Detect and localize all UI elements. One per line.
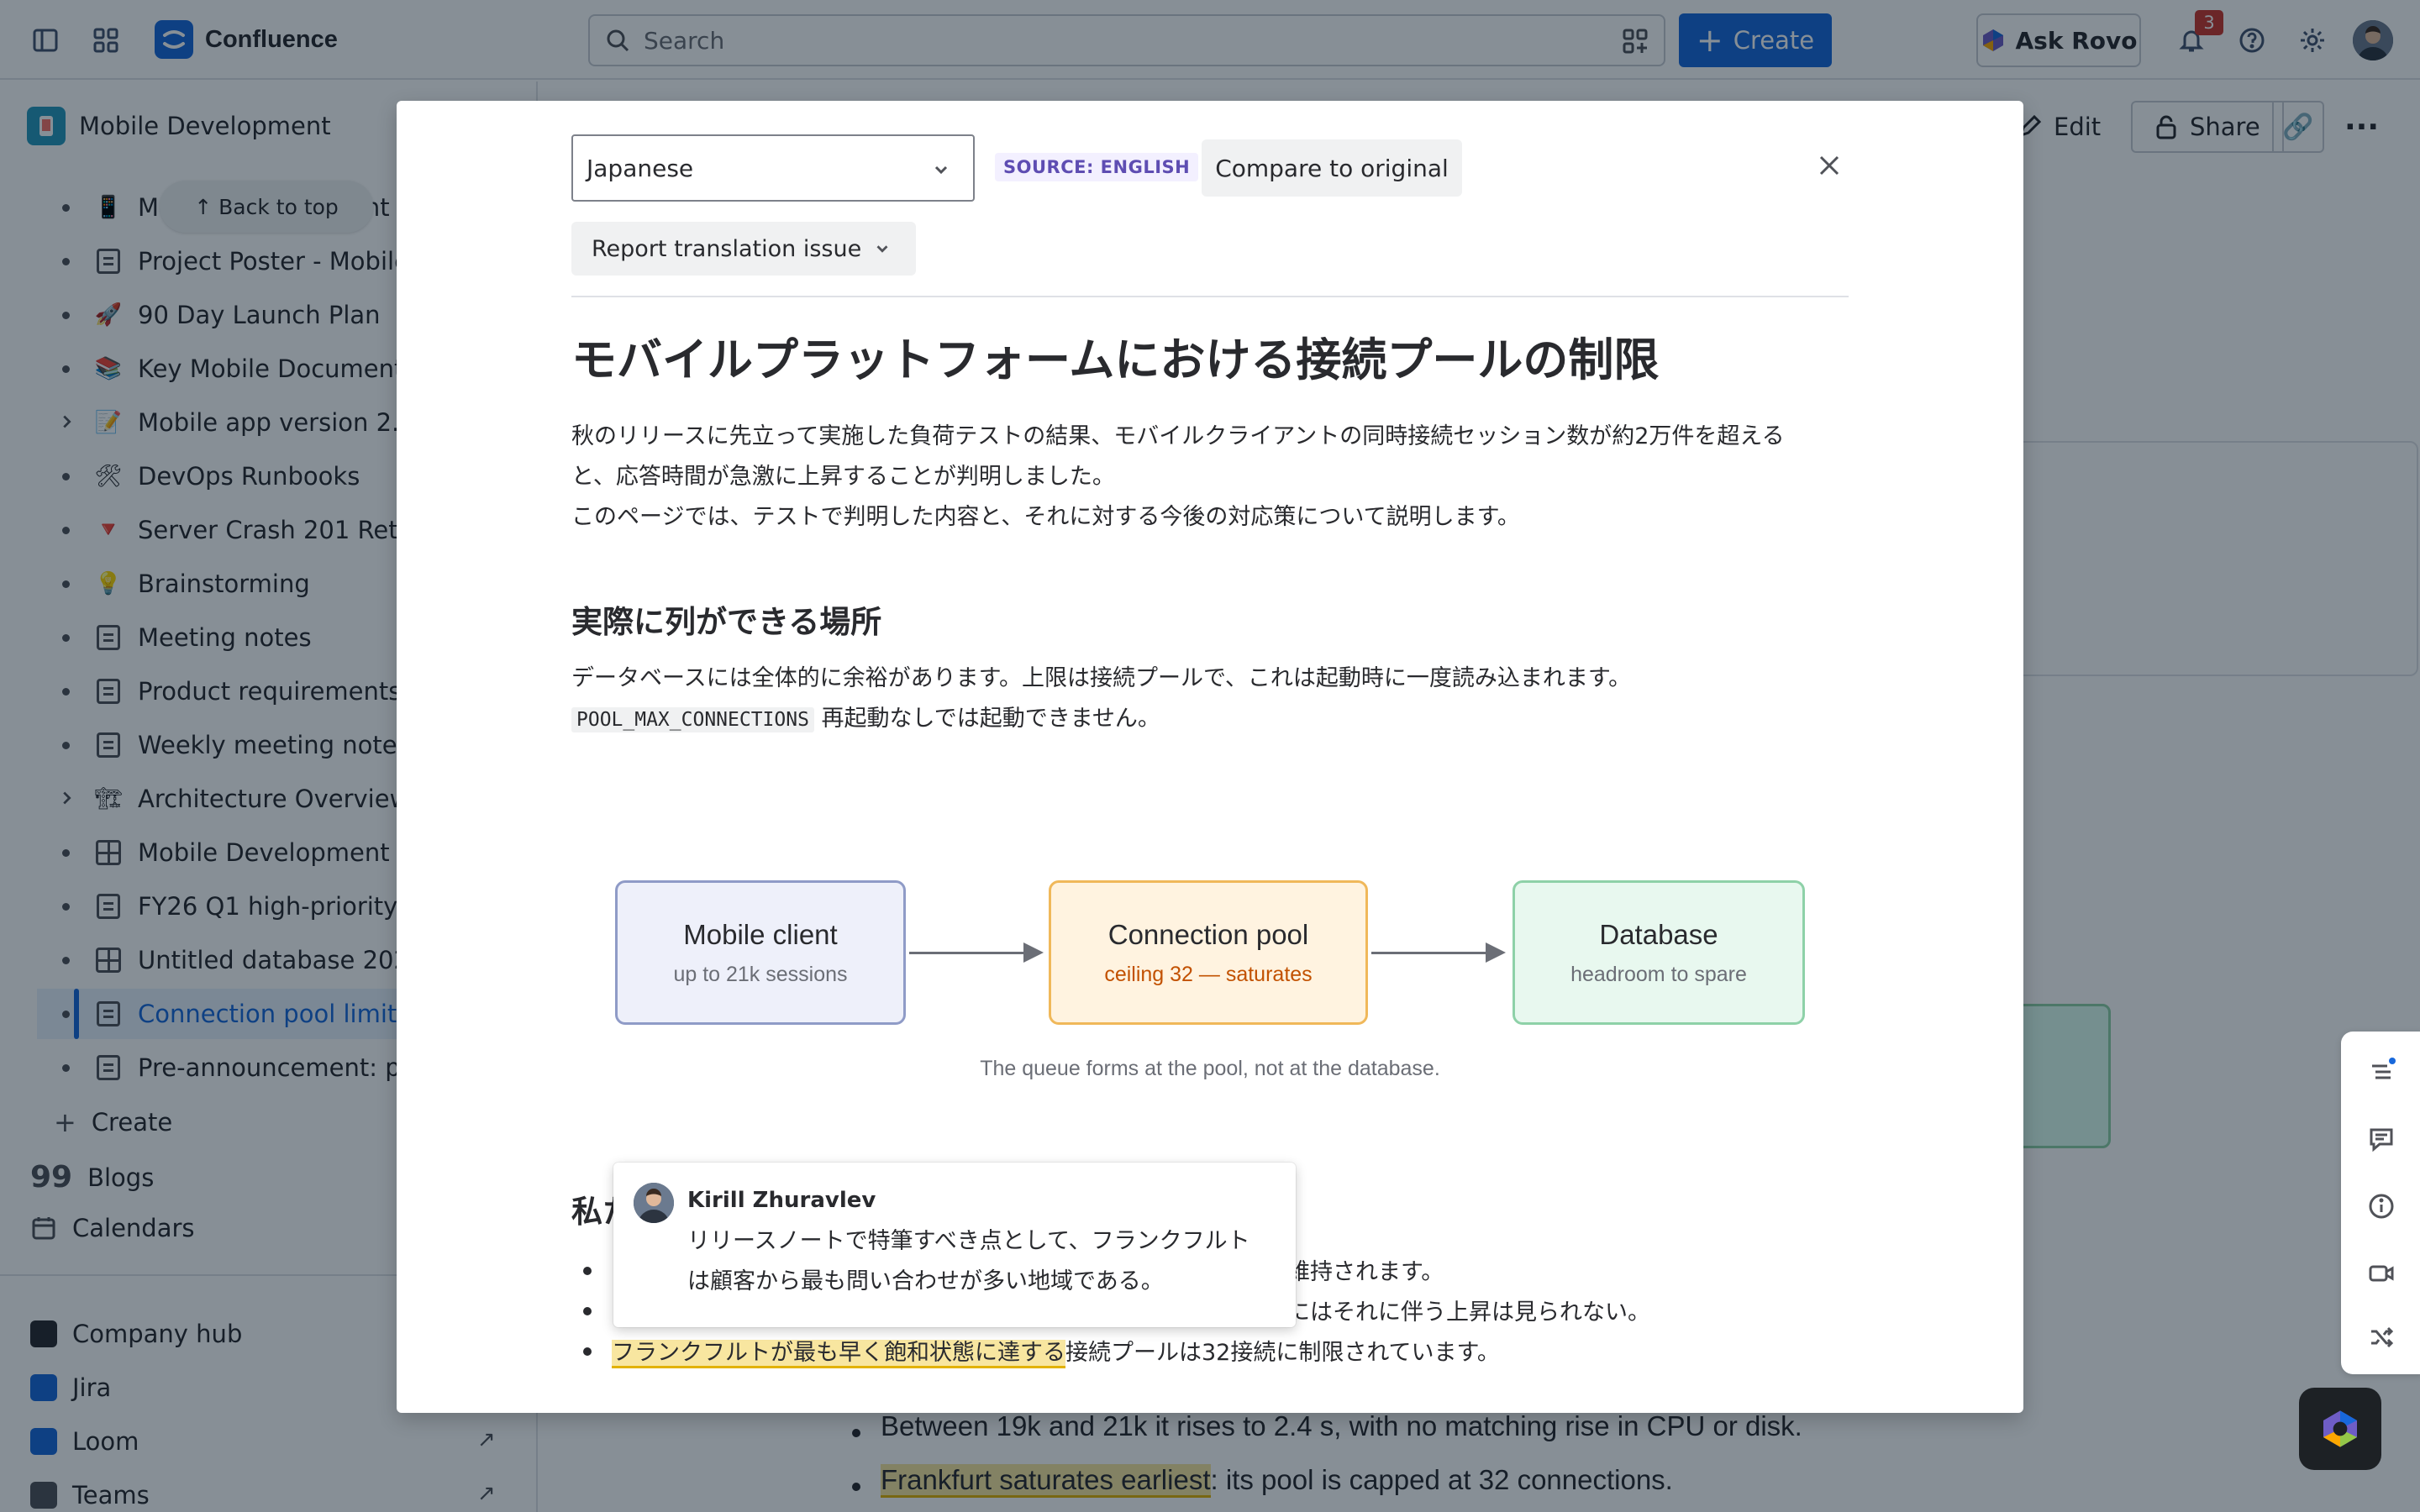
inline-comment-popup[interactable]: Kirill Zhuravlev リリースノートで特筆すべき点として、フランクフ… xyxy=(613,1163,1296,1327)
close-icon[interactable] xyxy=(1808,144,1850,186)
bullet-marker xyxy=(583,1347,592,1356)
bullet-text-tail: 維持されます。 xyxy=(1287,1259,1444,1285)
comment-line: は顧客から最も問い合わせが多い地域である。 xyxy=(687,1268,1164,1294)
bullet-text: フランクフルトが最も早く飽和状態に達する接続プールは32接続に制限されています。 xyxy=(612,1334,1500,1368)
header-divider xyxy=(571,296,1849,297)
rovo-icon xyxy=(2319,1408,2361,1450)
queue-line: POOL_MAX_CONNECTIONS 再起動なしでは起動できません。 xyxy=(571,699,1631,740)
source-language-badge: SOURCE: ENGLISH xyxy=(995,153,1199,181)
node-subtitle: headroom to spare xyxy=(1570,962,1747,986)
bullet-rest: 接続プールは32接続に制限されています。 xyxy=(1065,1340,1500,1366)
commenter-avatar xyxy=(634,1183,674,1223)
comments-icon[interactable] xyxy=(2361,1119,2402,1159)
diagram-arrow xyxy=(1371,942,1506,963)
chevron-down-icon xyxy=(931,158,951,186)
chevron-down-icon xyxy=(873,239,892,258)
inline-code: POOL_MAX_CONNECTIONS xyxy=(571,707,814,732)
node-title: Database xyxy=(1599,918,1718,950)
info-icon[interactable] xyxy=(2361,1186,2402,1226)
node-subtitle: ceiling 32 — saturates xyxy=(1104,962,1313,986)
diagram-caption: The queue forms at the pool, not at the … xyxy=(980,1057,1440,1080)
comment-line: リリースノートで特筆すべき点として、フランクフルト xyxy=(687,1228,1250,1254)
report-translation-issue-button[interactable]: Report translation issue xyxy=(571,222,916,276)
bullet-marker xyxy=(583,1267,592,1275)
page-title: モバイルプラットフォームにおける接続プールの制限 xyxy=(571,333,1660,386)
comment-author: Kirill Zhuravlev xyxy=(687,1188,876,1213)
highlighted-comment-text[interactable]: フランクフルトが最も早く飽和状態に達する xyxy=(612,1340,1065,1368)
diagram-arrow xyxy=(909,942,1044,963)
comment-body: リリースノートで特筆すべき点として、フランクフルト は顧客から最も問い合わせが多… xyxy=(687,1221,1250,1302)
diagram-database-node: Database headroom to spare xyxy=(1512,880,1805,1025)
intro-paragraph: 秋のリリースに先立って実施した負荷テストの結果、モバイルクライアントの同時接続セ… xyxy=(571,417,1785,538)
right-side-rail xyxy=(2341,1032,2420,1374)
queue-line: データベースには全体的に余裕があります。上限は接続プールで、これは起動時に一度読… xyxy=(571,665,1632,691)
diagram-connection-pool-node: Connection pool ceiling 32 — saturates xyxy=(1049,880,1368,1025)
section-heading: 実際に列ができる場所 xyxy=(571,604,882,640)
rovo-chat-button[interactable] xyxy=(2299,1388,2381,1470)
bullet-marker xyxy=(583,1307,592,1315)
language-select[interactable]: Japanese xyxy=(571,134,975,202)
queue-paragraph: データベースには全体的に余裕があります。上限は接続プールで、これは起動時に一度読… xyxy=(571,659,1631,740)
bullet-text-tail: にはそれに伴う上昇は見られない。 xyxy=(1287,1299,1650,1326)
intro-line: 秋のリリースに先立って実施した負荷テストの結果、モバイルクライアントの同時接続セ… xyxy=(571,423,1785,449)
report-label: Report translation issue xyxy=(592,235,862,262)
language-value: Japanese xyxy=(587,154,694,182)
node-title: Connection pool xyxy=(1107,918,1309,950)
node-title: Mobile client xyxy=(683,918,838,950)
queue-line-rest: 再起動なしでは起動できません。 xyxy=(821,706,1160,732)
shuffle-icon[interactable] xyxy=(2361,1317,2402,1357)
compare-to-original-button[interactable]: Compare to original xyxy=(1202,139,1462,197)
table-of-contents-icon[interactable] xyxy=(2361,1052,2402,1092)
diagram-mobile-client-node: Mobile client up to 21k sessions xyxy=(615,880,906,1025)
intro-line: このページでは、テストで判明した内容と、それに対する今後の対応策について説明しま… xyxy=(571,504,1520,530)
intro-line: と、応答時間が急激に上昇することが判明しました。 xyxy=(571,464,1115,490)
node-subtitle: up to 21k sessions xyxy=(673,962,848,986)
video-icon[interactable] xyxy=(2361,1253,2402,1294)
translation-dialog: Japanese SOURCE: ENGLISH Compare to orig… xyxy=(397,101,2023,1413)
